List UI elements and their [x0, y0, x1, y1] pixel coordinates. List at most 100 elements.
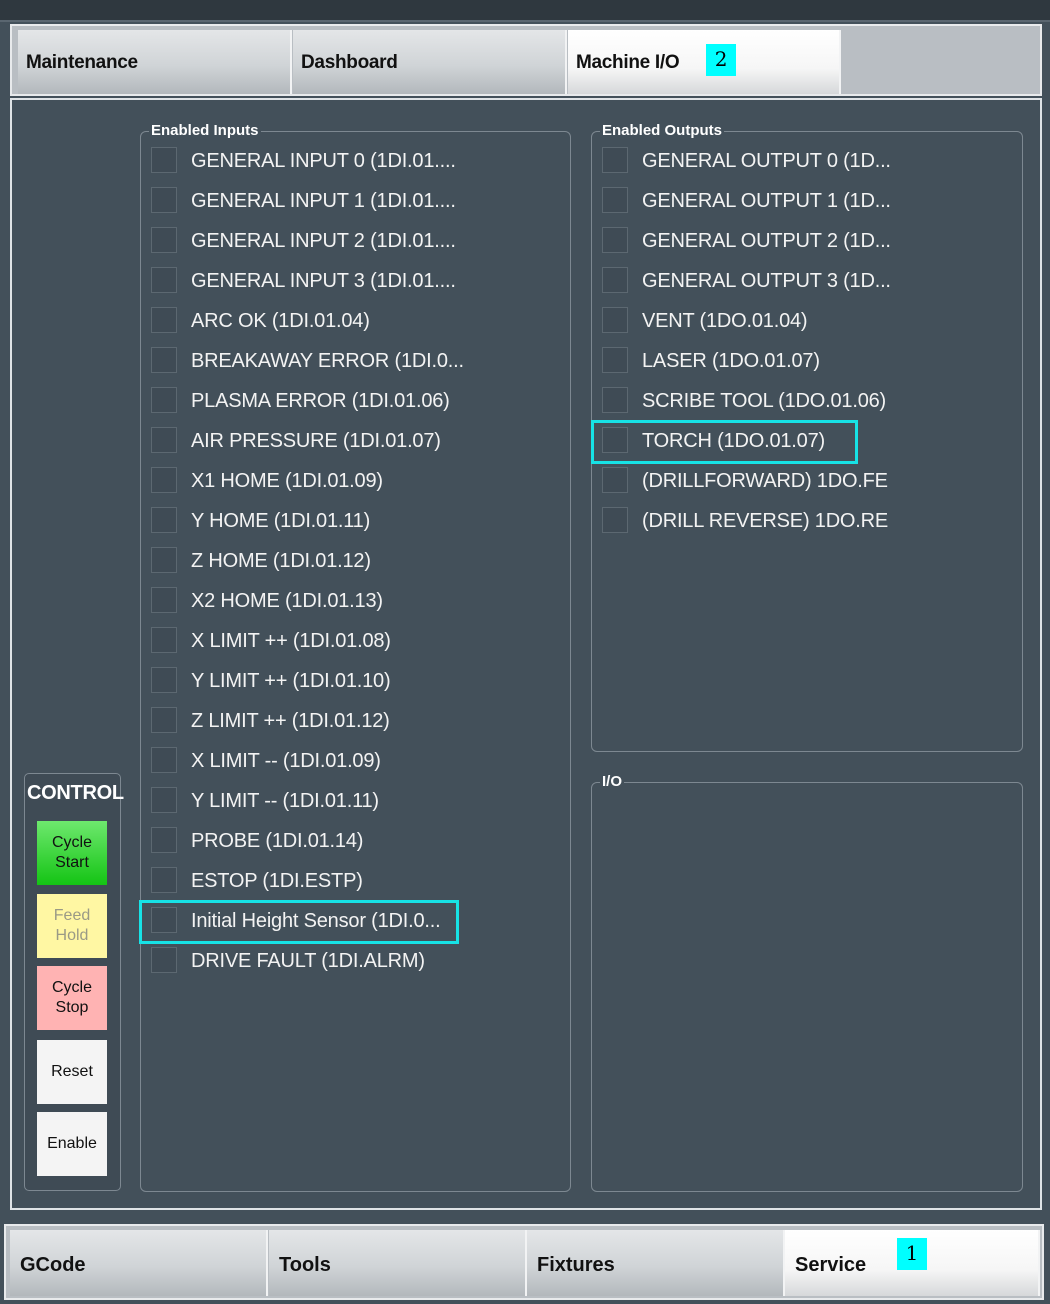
highlight-torch — [591, 420, 858, 464]
input-row[interactable]: X LIMIT -- (1DI.01.09) — [151, 743, 451, 777]
status-checkbox[interactable] — [602, 347, 628, 373]
input-label: GENERAL INPUT 1 (1DI.01.... — [191, 190, 456, 212]
machine-io-panel: Enabled Inputs GENERAL INPUT 0 (1DI.01..… — [10, 98, 1042, 1210]
output-row[interactable]: SCRIBE TOOL (1DO.01.06) — [602, 383, 902, 417]
status-checkbox[interactable] — [151, 787, 177, 813]
output-row[interactable]: GENERAL OUTPUT 2 (1D... — [602, 223, 902, 257]
status-checkbox[interactable] — [602, 187, 628, 213]
output-label: SCRIBE TOOL (1DO.01.06) — [642, 390, 887, 412]
status-checkbox[interactable] — [151, 667, 177, 693]
enabled-inputs-title: Enabled Inputs — [149, 122, 261, 140]
input-row[interactable]: PROBE (1DI.01.14) — [151, 823, 451, 857]
output-row[interactable]: VENT (1DO.01.04) — [602, 303, 902, 337]
input-row[interactable]: Z LIMIT ++ (1DI.01.12) — [151, 703, 451, 737]
button-label: Reset — [51, 1063, 93, 1080]
button-label-line2: Start — [55, 854, 89, 871]
feed-hold-button[interactable]: Feed Hold — [37, 894, 107, 958]
status-checkbox[interactable] — [602, 387, 628, 413]
input-row[interactable]: Z HOME (1DI.01.12) — [151, 543, 451, 577]
input-row[interactable]: BREAKAWAY ERROR (1DI.0... — [151, 343, 464, 377]
status-checkbox[interactable] — [151, 427, 177, 453]
status-checkbox[interactable] — [151, 267, 177, 293]
input-row[interactable]: Y LIMIT ++ (1DI.01.10) — [151, 663, 451, 697]
tab-dashboard[interactable]: Dashboard — [293, 30, 567, 94]
output-row[interactable]: GENERAL OUTPUT 3 (1D... — [602, 263, 902, 297]
status-checkbox[interactable] — [151, 627, 177, 653]
tab-label: Dashboard — [301, 52, 398, 73]
tab-label: GCode — [20, 1254, 86, 1276]
bottom-tab-bar: GCode Tools Fixtures Service 1 — [4, 1224, 1044, 1300]
input-row[interactable]: Y LIMIT -- (1DI.01.11) — [151, 783, 451, 817]
input-row[interactable]: X LIMIT ++ (1DI.01.08) — [151, 623, 451, 657]
enabled-inputs-group: Enabled Inputs GENERAL INPUT 0 (1DI.01..… — [140, 122, 571, 1192]
status-checkbox[interactable] — [151, 587, 177, 613]
status-checkbox[interactable] — [151, 307, 177, 333]
status-checkbox[interactable] — [151, 547, 177, 573]
output-row[interactable]: (DRILL REVERSE) 1DO.RE — [602, 503, 902, 537]
status-checkbox[interactable] — [151, 707, 177, 733]
input-row[interactable]: Y HOME (1DI.01.11) — [151, 503, 451, 537]
output-row[interactable]: LASER (1DO.01.07) — [602, 343, 902, 377]
input-row[interactable]: GENERAL INPUT 1 (1DI.01.... — [151, 183, 456, 217]
input-row[interactable]: ARC OK (1DI.01.04) — [151, 303, 451, 337]
status-checkbox[interactable] — [151, 187, 177, 213]
tab-maintenance[interactable]: Maintenance — [18, 30, 292, 94]
input-label: Z HOME (1DI.01.12) — [191, 550, 371, 572]
input-row[interactable]: GENERAL INPUT 0 (1DI.01.... — [151, 143, 456, 177]
input-row[interactable]: X1 HOME (1DI.01.09) — [151, 463, 451, 497]
tab-service[interactable]: Service 1 — [785, 1230, 1040, 1296]
status-checkbox[interactable] — [151, 347, 177, 373]
reset-button[interactable]: Reset — [37, 1040, 107, 1104]
status-checkbox[interactable] — [151, 387, 177, 413]
input-row[interactable]: X2 HOME (1DI.01.13) — [151, 583, 451, 617]
status-checkbox[interactable] — [151, 827, 177, 853]
status-checkbox[interactable] — [602, 147, 628, 173]
status-checkbox[interactable] — [151, 947, 177, 973]
top-tab-bar: Maintenance Dashboard Machine I/O 2 — [10, 24, 1042, 96]
tab-label: Tools — [279, 1254, 331, 1276]
input-row[interactable]: DRIVE FAULT (1DI.ALRM) — [151, 943, 451, 977]
status-checkbox[interactable] — [602, 227, 628, 253]
tab-label: Service — [795, 1254, 867, 1276]
status-checkbox[interactable] — [151, 467, 177, 493]
status-checkbox[interactable] — [602, 507, 628, 533]
input-row[interactable]: ESTOP (1DI.ESTP) — [151, 863, 451, 897]
input-label: ESTOP (1DI.ESTP) — [191, 870, 363, 892]
status-checkbox[interactable] — [602, 467, 628, 493]
enable-button[interactable]: Enable — [37, 1112, 107, 1176]
tab-machine-io[interactable]: Machine I/O 2 — [568, 30, 841, 94]
highlight-initial-height-sensor — [139, 900, 459, 944]
tab-gcode[interactable]: GCode — [10, 1230, 268, 1296]
status-checkbox[interactable] — [151, 227, 177, 253]
button-label-line2: Stop — [55, 999, 89, 1016]
status-checkbox[interactable] — [602, 267, 628, 293]
output-row[interactable]: GENERAL OUTPUT 1 (1D... — [602, 183, 902, 217]
cycle-start-button[interactable]: Cycle Start — [37, 821, 107, 885]
output-label: (DRILL REVERSE) 1DO.RE — [642, 510, 889, 532]
input-label: GENERAL INPUT 3 (1DI.01.... — [191, 270, 456, 292]
status-checkbox[interactable] — [602, 307, 628, 333]
input-row[interactable]: AIR PRESSURE (1DI.01.07) — [151, 423, 451, 457]
output-row[interactable]: (DRILLFORWARD) 1DO.FE — [602, 463, 902, 497]
input-label: X LIMIT -- (1DI.01.09) — [191, 750, 381, 772]
status-checkbox[interactable] — [151, 747, 177, 773]
input-label: Y HOME (1DI.01.11) — [191, 510, 371, 532]
input-label: X2 HOME (1DI.01.13) — [191, 590, 383, 612]
status-checkbox[interactable] — [151, 867, 177, 893]
status-checkbox[interactable] — [151, 147, 177, 173]
status-checkbox[interactable] — [151, 507, 177, 533]
output-label: GENERAL OUTPUT 3 (1D... — [642, 270, 891, 292]
input-row[interactable]: GENERAL INPUT 2 (1DI.01.... — [151, 223, 456, 257]
input-label: X LIMIT ++ (1DI.01.08) — [191, 630, 391, 652]
input-label: GENERAL INPUT 2 (1DI.01.... — [191, 230, 456, 252]
output-row[interactable]: GENERAL OUTPUT 0 (1D... — [602, 143, 902, 177]
io-group-title: I/O — [600, 773, 625, 791]
button-label-line2: Hold — [55, 927, 89, 944]
input-label: DRIVE FAULT (1DI.ALRM) — [191, 950, 425, 972]
tab-label: Maintenance — [26, 52, 138, 73]
tab-tools[interactable]: Tools — [269, 1230, 527, 1296]
input-row[interactable]: PLASMA ERROR (1DI.01.06) — [151, 383, 451, 417]
cycle-stop-button[interactable]: Cycle Stop — [37, 966, 107, 1030]
input-row[interactable]: GENERAL INPUT 3 (1DI.01.... — [151, 263, 456, 297]
tab-fixtures[interactable]: Fixtures — [527, 1230, 785, 1296]
